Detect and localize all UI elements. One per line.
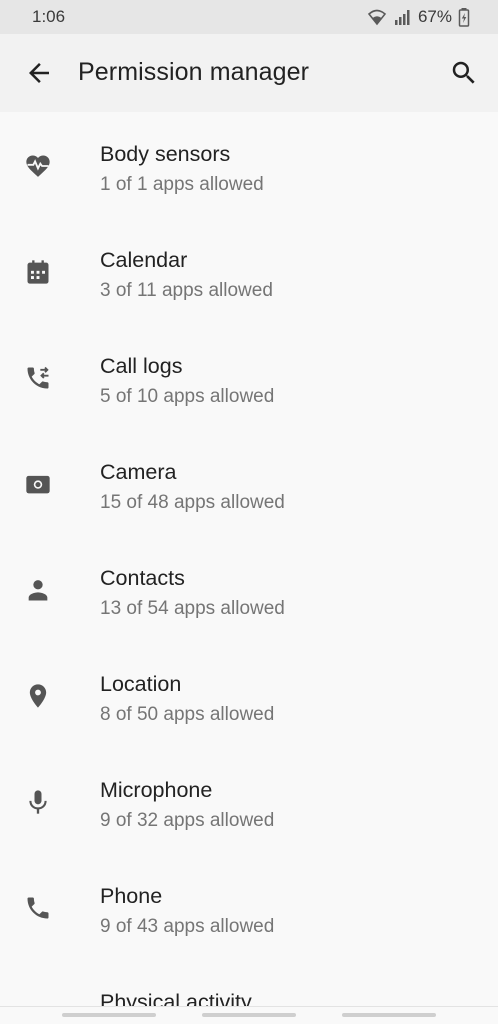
permission-count: 15 of 48 apps allowed <box>100 492 285 513</box>
permission-label: Microphone <box>100 778 213 802</box>
signal-icon <box>394 10 410 25</box>
permission-item-call-logs[interactable]: Call logs 5 of 10 apps allowed <box>0 324 498 430</box>
call-log-icon <box>27 366 49 389</box>
person-icon <box>28 580 48 601</box>
permission-label: Contacts <box>100 566 185 590</box>
battery-percent: 67% <box>417 7 452 26</box>
permission-label: Phone <box>100 884 163 908</box>
location-pin-icon <box>29 684 47 708</box>
permission-item-body-sensors[interactable]: Body sensors 1 of 1 apps allowed <box>0 112 498 218</box>
nav-back-button[interactable] <box>342 1013 436 1017</box>
nav-home-button[interactable] <box>202 1013 296 1017</box>
status-time: 1:06 <box>32 7 66 26</box>
permission-list: Body sensors 1 of 1 apps allowed Calenda… <box>0 112 498 1006</box>
permission-item-location[interactable]: Location 8 of 50 apps allowed <box>0 642 498 748</box>
permission-count: 5 of 10 apps allowed <box>100 386 275 407</box>
permission-item-microphone[interactable]: Microphone 9 of 32 apps allowed <box>0 748 498 854</box>
permission-count: 9 of 32 apps allowed <box>100 810 275 831</box>
permission-item-phone[interactable]: Phone 9 of 43 apps allowed <box>0 854 498 960</box>
wifi-icon <box>367 9 387 26</box>
permission-item-camera[interactable]: Camera 15 of 48 apps allowed <box>0 430 498 536</box>
phone-icon <box>27 897 49 919</box>
heart-pulse-icon <box>26 155 50 177</box>
status-bar: 1:06 67% <box>0 0 498 34</box>
status-icons: 67% <box>366 7 470 27</box>
search-icon[interactable] <box>449 58 479 88</box>
back-arrow-icon[interactable] <box>24 58 54 88</box>
permission-label: Location <box>100 672 182 696</box>
permission-count: 13 of 54 apps allowed <box>100 598 285 619</box>
permission-count: 8 of 50 apps allowed <box>100 704 275 725</box>
permission-count: 9 of 43 apps allowed <box>100 916 275 937</box>
battery-charging-icon <box>458 8 470 27</box>
permission-item-physical-activity[interactable]: Physical activity <box>0 960 498 1006</box>
permission-label: Body sensors <box>100 142 231 166</box>
permission-count: 3 of 11 apps allowed <box>100 280 273 301</box>
navigation-bar <box>0 1006 498 1024</box>
app-bar: Permission manager <box>0 34 498 112</box>
page-title: Permission manager <box>78 58 310 86</box>
calendar-icon <box>27 260 49 284</box>
permission-label: Call logs <box>100 354 183 378</box>
camera-icon <box>26 475 50 494</box>
permission-count: 1 of 1 apps allowed <box>100 174 264 195</box>
microphone-icon <box>29 790 47 814</box>
permission-item-calendar[interactable]: Calendar 3 of 11 apps allowed <box>0 218 498 324</box>
permission-label: Physical activity <box>100 990 252 1006</box>
nav-recents-button[interactable] <box>62 1013 156 1017</box>
permission-item-contacts[interactable]: Contacts 13 of 54 apps allowed <box>0 536 498 642</box>
permission-label: Calendar <box>100 248 188 272</box>
permission-label: Camera <box>100 460 177 484</box>
